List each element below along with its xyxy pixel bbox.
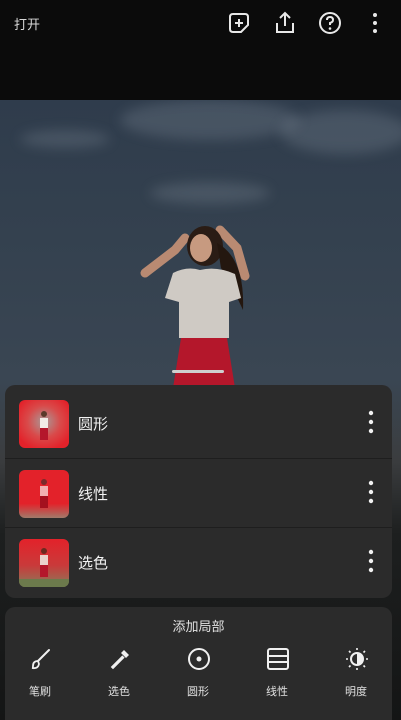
luminance-icon [346,648,368,670]
tool-luminance[interactable]: 明度 [321,647,391,707]
more-vert-icon[interactable] [364,479,378,505]
more-vert-icon[interactable] [362,10,388,36]
mask-label: 选色 [78,554,109,572]
tool-label: 选色 [108,685,130,698]
more-vert-icon[interactable] [364,548,378,574]
add-local-panel: 添加局部 笔刷 选色 圆形 线性 明度 [5,607,392,720]
mask-label: 线性 [78,485,109,503]
eyedropper-icon [110,650,129,670]
linear-icon [267,648,289,670]
mask-label: 圆形 [78,415,109,433]
tool-label: 圆形 [187,685,209,698]
mask-item-linear[interactable]: 线性 [5,458,392,527]
tool-color-pick[interactable]: 选色 [84,647,154,707]
radial-icon [188,648,210,670]
tool-label: 线性 [266,685,288,698]
photo-subject [140,225,250,388]
tool-brush[interactable]: 笔刷 [5,647,75,707]
more-vert-icon[interactable] [364,409,378,435]
mask-thumbnail [19,539,69,587]
mask-thumbnail [19,470,69,518]
add-mask-icon[interactable] [226,10,252,36]
mask-thumbnail [19,400,69,448]
tool-linear[interactable]: 线性 [242,647,312,707]
tool-label: 明度 [345,685,367,698]
help-icon[interactable] [317,10,343,36]
mask-item-radial[interactable]: 圆形 [5,389,392,457]
tool-radial[interactable]: 圆形 [163,647,233,707]
tool-label: 笔刷 [29,685,51,698]
brush-icon [31,649,50,670]
mask-list-panel: 圆形 线性 选色 [5,385,392,598]
add-local-title: 添加局部 [172,620,225,635]
drag-handle[interactable] [172,370,224,373]
top-bar: 打开 [0,0,401,100]
share-icon[interactable] [272,10,298,36]
open-button[interactable]: 打开 [14,14,40,33]
mask-item-color[interactable]: 选色 [5,527,392,596]
